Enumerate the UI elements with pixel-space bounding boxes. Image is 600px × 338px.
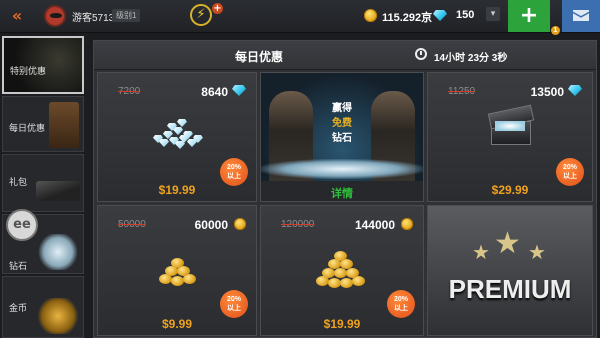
mail-button[interactable] [562,0,600,32]
daily-offers-panel: 每日优惠 14小时 23分 3秒 7200 8640 20% 以上 $19.99 … [93,40,597,338]
gold-coin-icon [401,218,413,230]
gold-coin-icon [234,218,246,230]
offer-amount: 144000 [354,218,395,232]
offer-amount: 60000 [194,218,228,232]
notification-badge: 1 [551,26,560,35]
price-label: $19.99 [323,317,361,331]
sidebar-item-bundle[interactable]: 礼包 [2,154,84,212]
diamond-icon [232,85,246,96]
offer-timer: 14小时 23分 3秒 [434,53,508,64]
offer-card-coins-144000[interactable]: 120000 144000 20% 以上 $19.99 [260,205,424,336]
diamond-pile-image [147,113,207,149]
offer-amount: 8640 [201,85,228,99]
player-name: 游客5713 [72,13,115,24]
bonus-badge: 20% 以上 [220,290,248,318]
diamond-amount: 150 [456,9,475,21]
bonus-badge: 20% 以上 [387,290,415,318]
top-bar: « 游客5713 级别1 ⚡ + 115.292京 150 ▾ + 1 [0,0,600,35]
coin-pile-image [155,250,199,290]
player-avatar[interactable] [44,5,66,27]
bonus-badge: 20% 以上 [556,158,584,186]
offer-amount: 13500 [530,85,564,99]
premium-label: PREMIUM [448,274,572,304]
gun-image [36,181,80,201]
sidebar-item-label: 礼包 [9,177,28,187]
clock-icon [415,48,427,60]
sidebar-item-coins[interactable]: 金币 [2,276,84,338]
star-icon: ★ [472,240,490,264]
sidebar-item-daily-offers[interactable]: 每日优惠 [2,96,84,152]
sidebar-item-special-offers[interactable]: 特别优惠 [2,36,84,94]
diamond-icon [568,85,582,96]
price-label: $9.99 [161,317,193,331]
star-icon: ★ [528,240,546,264]
sidebar: 特别优惠 每日优惠 礼包 钻石 金币 [0,34,88,338]
diamond-chest-image [485,104,535,147]
chevron-down-icon: ▾ [490,9,496,19]
old-amount: 120000 [281,219,315,230]
price-label: $19.99 [158,183,196,197]
diamond-pile-image [261,159,423,179]
price-label: $29.99 [491,183,529,197]
promo-text-line3: 钻石 [332,133,352,144]
promo-text-line1: 赢得 [332,103,352,114]
currency-dropdown-button[interactable]: ▾ [486,7,500,21]
old-amount: 50000 [118,219,146,230]
sidebar-item-label: 特别优惠 [10,66,47,76]
sidebar-item-label: 每日优惠 [9,123,46,133]
coin-pile-image [314,248,370,292]
offer-card-diamonds-8640[interactable]: 7200 8640 20% 以上 $19.99 [97,72,257,202]
coin-pile-image [36,298,80,334]
bonus-badge: 20% 以上 [220,158,248,186]
back-button[interactable]: « [6,7,28,25]
diamond-icon [433,10,447,21]
premium-offer-card[interactable]: ★ ★ ★ PREMIUM [427,205,593,336]
gold-coin-icon [364,9,377,22]
double-chevron-left-icon: « [11,6,23,25]
promo-text-line2: 免费 [332,118,352,129]
ee-logo-icon: ee [13,217,31,232]
panel-title: 每日优惠 [234,50,283,64]
offer-card-coins-60000[interactable]: 50000 60000 20% 以上 $9.99 [97,205,257,336]
details-link[interactable]: 详情 [261,185,423,201]
crate-image [49,102,79,148]
panel-header: 每日优惠 14小时 23分 3秒 [94,41,596,70]
floating-avatar-button[interactable]: ee [6,209,38,241]
gold-amount: 115.292京 [382,12,433,24]
old-amount: 7200 [118,86,141,97]
offer-card-diamonds-13500[interactable]: 11250 13500 20% 以上 $29.99 [427,72,593,202]
diamond-pile-image [36,234,80,270]
sidebar-item-label: 钻石 [9,261,28,271]
offer-card-free-diamonds[interactable]: 赢得 免费 钻石 详情 [260,72,424,202]
energy-add-button[interactable]: + [212,3,223,14]
energy-bolt-icon[interactable]: ⚡ [190,4,212,26]
add-currency-button[interactable]: + [508,0,550,32]
sidebar-item-label: 金币 [9,303,28,313]
old-amount: 11250 [448,86,476,97]
star-icon: ★ [494,226,521,261]
player-level: 级别1 [112,9,141,22]
